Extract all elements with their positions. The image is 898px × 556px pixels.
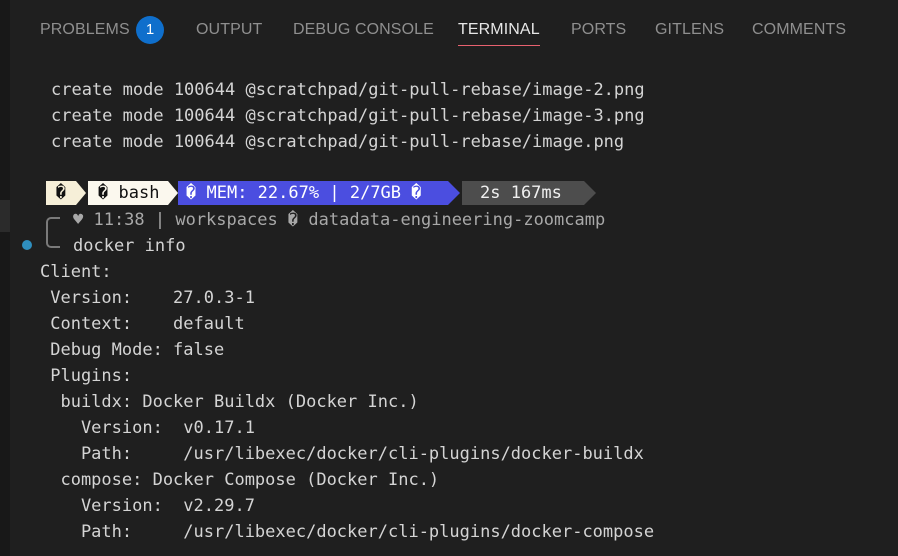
terminal-output-line: Plugins: (40, 366, 133, 386)
memory-label: MEM: 22.67% (206, 183, 320, 203)
powerline-start-cap (38, 181, 46, 205)
command-duration: 2s 167ms (480, 183, 562, 203)
prompt-status-line: ♥ 11:38 | workspaces � datadata-engineer… (73, 210, 606, 230)
powerline-separator (448, 181, 460, 205)
memory-trailing-icon: � (411, 183, 422, 203)
memory-icon: � (186, 183, 197, 203)
prompt-os-icon: � (46, 181, 76, 205)
terminal-output-line: Path: /usr/libexec/docker/cli-plugins/do… (40, 522, 655, 542)
prompt-memory-segment: � MEM: 22.67% | 2/7GB � (178, 181, 448, 205)
shell-icon: � (98, 183, 109, 203)
terminal-output-line: Debug Mode: false (40, 340, 225, 360)
terminal-output-line: buildx: Docker Buildx (Docker Inc.) (40, 392, 419, 412)
prompt-bracket-bottom (46, 232, 60, 248)
terminal-output-line: Path: /usr/libexec/docker/cli-plugins/do… (40, 444, 644, 464)
terminal-line: create mode 100644 @scratchpad/git-pull-… (51, 106, 645, 126)
prompt-shell-segment: � bash (88, 181, 168, 205)
terminal-output-line: Version: 27.0.3-1 (40, 288, 255, 308)
terminal-output-line: Version: v0.17.1 (40, 418, 255, 438)
memory-usage: 2/7GB (349, 183, 402, 203)
terminal-output-line: compose: Docker Compose (Docker Inc.) (40, 470, 440, 490)
terminal-output-line: Version: v2.29.7 (40, 496, 255, 516)
powerline-end-cap (584, 181, 596, 205)
prompt-duration-segment: 2s 167ms (462, 181, 584, 205)
shell-name: bash (118, 183, 160, 203)
terminal-viewport[interactable]: create mode 100644 @scratchpad/git-pull-… (0, 0, 898, 556)
terminal-line: create mode 100644 @scratchpad/git-pull-… (51, 80, 645, 100)
prompt-bracket-top (46, 217, 60, 233)
terminal-line: create mode 100644 @scratchpad/git-pull-… (51, 132, 625, 152)
powerline-separator (168, 181, 178, 205)
terminal-output-line: Client: (40, 262, 112, 282)
terminal-command: docker info (73, 236, 186, 256)
command-decoration-dot[interactable] (22, 240, 32, 250)
memory-separator: | (329, 183, 340, 203)
terminal-output-line: Context: default (40, 314, 245, 334)
powerline-separator (76, 181, 86, 205)
